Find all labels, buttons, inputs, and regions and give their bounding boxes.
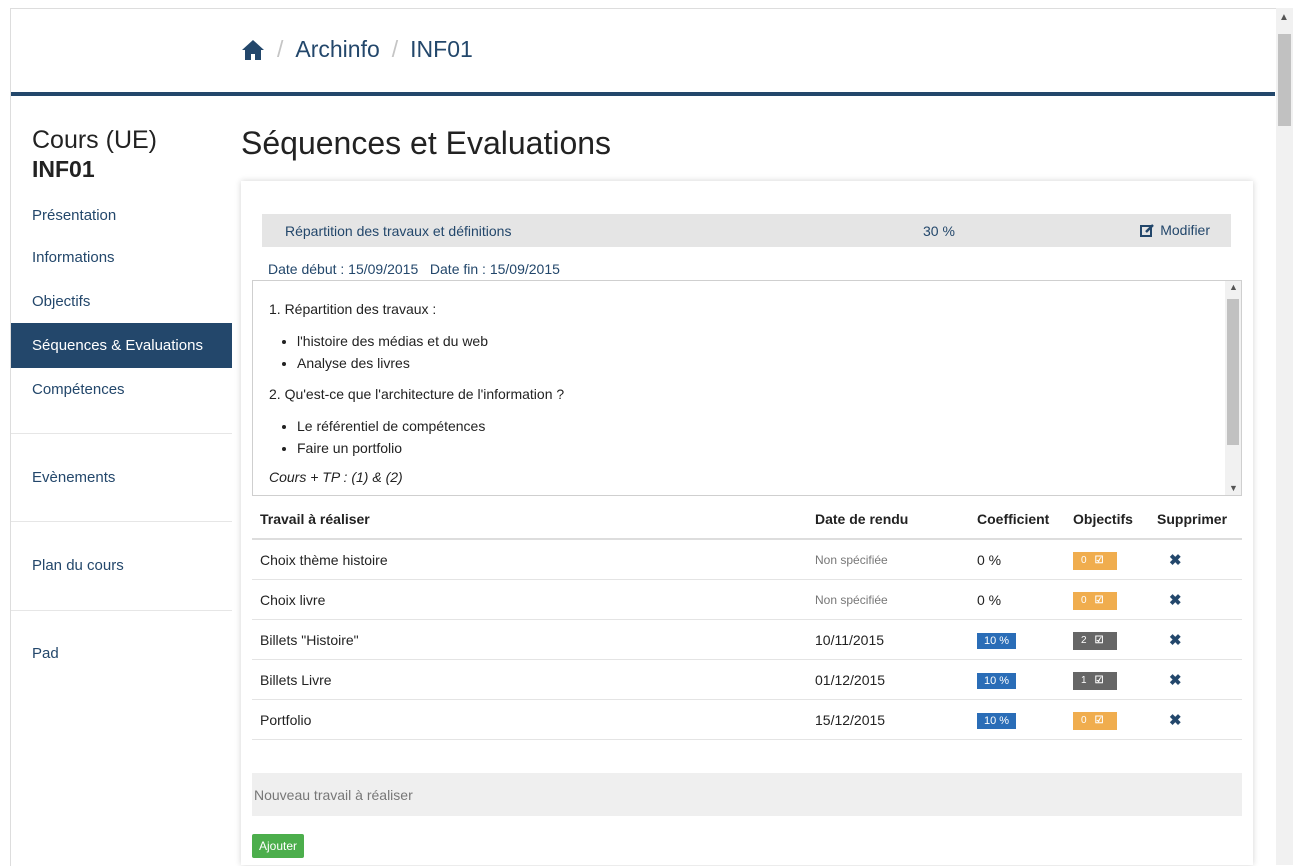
delete-icon[interactable]: ✖ (1157, 632, 1182, 649)
breadcrumb-separator: / (391, 36, 399, 62)
edit-icon: ☑ (1094, 634, 1104, 646)
date-start: Date début : 15/09/2015 (268, 261, 419, 277)
work-date: Non spécifiée (815, 579, 977, 620)
top-header (11, 9, 1275, 92)
home-icon[interactable] (241, 38, 265, 62)
column-header: Coefficient (977, 500, 1073, 540)
work-date: 01/12/2015 (815, 659, 977, 700)
sidebar-item-informations[interactable]: Informations (11, 235, 232, 280)
course-kind-label: Cours (UE) (32, 126, 158, 154)
breadcrumb: / Archinfo / INF01 (241, 36, 473, 63)
sidebar-item-pad[interactable]: Pad (11, 631, 232, 676)
work-date: 15/12/2015 (815, 699, 977, 740)
description-item: 2. Qu'est-ce que l'architecture de l'inf… (269, 386, 565, 402)
breadcrumb-item-course[interactable]: INF01 (410, 36, 473, 63)
work-name[interactable]: Choix livre (252, 579, 815, 620)
objectives-badge[interactable]: 0 ☑ (1073, 551, 1117, 570)
scroll-up-icon[interactable]: ▲ (1279, 12, 1289, 23)
new-work-field (252, 773, 1242, 816)
edit-icon: ☑ (1094, 554, 1104, 566)
table-row: Choix thème histoire Non spécifiée 0 % 0… (252, 539, 1242, 580)
delete-icon[interactable]: ✖ (1157, 552, 1182, 569)
modify-label: Modifier (1160, 222, 1210, 238)
work-name[interactable]: Portfolio (252, 699, 815, 740)
description-bullet: Analyse des livres (297, 352, 1219, 374)
sequence-dates: Date début : 15/09/2015 Date fin : 15/09… (268, 261, 560, 277)
work-coefficient[interactable]: 0 % (977, 539, 1073, 580)
add-button[interactable]: Ajouter (252, 834, 305, 858)
coefficient-badge[interactable]: 10 % (977, 632, 1017, 649)
work-name[interactable]: Billets "Histoire" (252, 619, 815, 660)
delete-icon[interactable]: ✖ (1157, 672, 1182, 689)
sidebar-item-competences[interactable]: Compétences (11, 367, 232, 412)
description-bullet: Le référentiel de compétences (297, 415, 1219, 437)
work-date: Non spécifiée (815, 539, 977, 580)
table-header-row: Travail à réaliser Date de rendu Coeffic… (252, 500, 1242, 540)
edit-icon: ☑ (1094, 674, 1104, 686)
page-scrollbar[interactable]: ▲ (1276, 8, 1293, 865)
sequence-header[interactable]: Répartition des travaux et définitions 3… (262, 214, 1231, 247)
scrollbar-thumb[interactable] (1227, 299, 1239, 445)
page-title: Séquences et Evaluations (241, 125, 612, 161)
objectives-count: 1 (1081, 674, 1087, 686)
coefficient-badge[interactable]: 10 % (977, 712, 1017, 729)
delete-icon[interactable]: ✖ (1157, 712, 1182, 729)
sidebar-divider (11, 610, 232, 611)
column-header: Objectifs (1073, 500, 1157, 540)
description-bullet: l'histoire des médias et du web (297, 330, 1219, 352)
description-note: Cours + TP : (1) & (2) (269, 469, 403, 485)
delete-icon[interactable]: ✖ (1157, 592, 1182, 609)
objectives-badge[interactable]: 2 ☑ (1073, 631, 1117, 650)
objectives-count: 0 (1081, 554, 1087, 566)
sidebar-item-plan[interactable]: Plan du cours (11, 543, 232, 588)
objectives-badge[interactable]: 0 ☑ (1073, 711, 1117, 730)
work-name[interactable]: Billets Livre (252, 659, 815, 700)
table-row: Billets "Histoire" 10/11/2015 10 % 2 ☑ ✖ (252, 619, 1242, 660)
work-date: 10/11/2015 (815, 619, 977, 660)
table-row: Choix livre Non spécifiée 0 % 0 ☑ ✖ (252, 579, 1242, 620)
sidebar-item-evenements[interactable]: Evènements (11, 455, 232, 500)
edit-icon: ☑ (1094, 714, 1104, 726)
sidebar-item-presentation[interactable]: Présentation (11, 193, 232, 238)
modify-button[interactable]: Modifier (1140, 222, 1210, 238)
sidebar-item-objectifs[interactable]: Objectifs (11, 279, 232, 324)
scroll-up-icon[interactable]: ▲ (1229, 282, 1238, 292)
sidebar-divider (11, 433, 232, 434)
table-row: Portfolio 15/12/2015 10 % 0 ☑ ✖ (252, 699, 1242, 740)
sequence-description[interactable]: 1. Répartition des travaux : l'histoire … (252, 280, 1242, 496)
new-work-input[interactable] (252, 773, 1242, 816)
work-coefficient[interactable]: 0 % (977, 579, 1073, 620)
objectives-badge[interactable]: 0 ☑ (1073, 591, 1117, 610)
column-header: Travail à réaliser (252, 500, 815, 540)
description-bullet: Faire un portfolio (297, 437, 1219, 459)
scroll-down-icon[interactable]: ▼ (1229, 483, 1238, 493)
date-end: Date fin : 15/09/2015 (429, 261, 560, 277)
course-code: INF01 (32, 156, 95, 182)
column-header: Supprimer (1157, 500, 1242, 540)
edit-icon: ☑ (1094, 594, 1104, 606)
edit-icon (1140, 224, 1155, 237)
description-item: 1. Répartition des travaux : (269, 301, 437, 317)
works-table: Travail à réaliser Date de rendu Coeffic… (252, 500, 1242, 740)
objectives-count: 0 (1081, 594, 1087, 606)
sidebar-divider (11, 521, 232, 522)
scrollbar-thumb[interactable] (1278, 34, 1291, 126)
header-divider (11, 92, 1275, 96)
breadcrumb-separator: / (277, 36, 284, 62)
column-header: Date de rendu (815, 500, 977, 540)
objectives-count: 2 (1081, 634, 1087, 646)
work-name[interactable]: Choix thème histoire (252, 539, 815, 580)
objectives-count: 0 (1081, 714, 1087, 726)
table-row: Billets Livre 01/12/2015 10 % 1 ☑ ✖ (252, 659, 1242, 700)
description-scrollbar[interactable]: ▲ ▼ (1225, 281, 1241, 495)
objectives-badge[interactable]: 1 ☑ (1073, 671, 1117, 690)
coefficient-badge[interactable]: 10 % (977, 672, 1017, 689)
sequence-name[interactable]: Répartition des travaux et définitions (285, 223, 511, 239)
breadcrumb-item-archinfo[interactable]: Archinfo (295, 36, 379, 63)
sequence-percent: 30 % (923, 223, 955, 239)
sidebar-item-sequences[interactable]: Séquences & Evaluations (11, 323, 232, 368)
